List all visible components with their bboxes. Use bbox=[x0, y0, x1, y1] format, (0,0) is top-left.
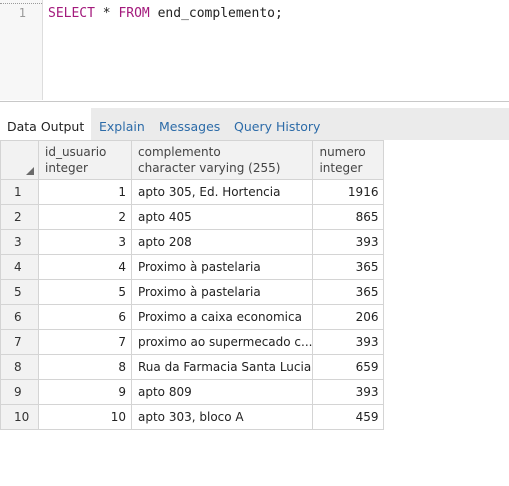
cell-complemento[interactable]: apto 809 bbox=[130, 379, 314, 405]
table-row[interactable]: 6 6 Proximo a caixa economica 206 bbox=[0, 304, 385, 330]
corner-triangle-icon bbox=[26, 167, 34, 175]
cell-id-usuario[interactable]: 3 bbox=[38, 229, 132, 255]
cell-complemento[interactable]: apto 305, Ed. Hortencia bbox=[130, 179, 314, 205]
table-row[interactable]: 7 7 proximo ao supermecado c... 393 bbox=[0, 329, 385, 355]
cell-numero[interactable]: 865 bbox=[312, 204, 385, 230]
tab-explain[interactable]: Explain bbox=[99, 108, 145, 140]
row-number[interactable]: 9 bbox=[0, 379, 39, 405]
column-header-complemento[interactable]: complemento character varying (255) bbox=[130, 140, 314, 180]
column-type: integer bbox=[45, 161, 88, 175]
gutter-fold-marker bbox=[0, 0, 42, 4]
table-row[interactable]: 2 2 apto 405 865 bbox=[0, 204, 385, 230]
table-row[interactable]: 5 5 Proximo à pastelaria 365 bbox=[0, 279, 385, 305]
cell-numero[interactable]: 393 bbox=[312, 329, 385, 355]
cell-id-usuario[interactable]: 2 bbox=[38, 204, 132, 230]
sql-keyword-select: SELECT bbox=[48, 6, 95, 21]
cell-numero[interactable]: 365 bbox=[312, 254, 385, 280]
column-type: character varying (255) bbox=[138, 161, 281, 175]
column-header-id-usuario[interactable]: id_usuario integer bbox=[38, 140, 132, 180]
cell-numero[interactable]: 393 bbox=[312, 379, 385, 405]
row-number[interactable]: 1 bbox=[0, 179, 39, 205]
sql-star: * bbox=[102, 6, 111, 21]
sql-code-line[interactable]: SELECT * FROM end_complemento; bbox=[48, 6, 283, 21]
cell-complemento[interactable]: apto 208 bbox=[130, 229, 314, 255]
table-row[interactable]: 1 1 apto 305, Ed. Hortencia 1916 bbox=[0, 179, 385, 205]
cell-id-usuario[interactable]: 8 bbox=[38, 354, 132, 380]
row-number[interactable]: 10 bbox=[0, 404, 39, 430]
cell-complemento[interactable]: Proximo à pastelaria bbox=[130, 254, 314, 280]
row-number[interactable]: 3 bbox=[0, 229, 39, 255]
cell-id-usuario[interactable]: 5 bbox=[38, 279, 132, 305]
table-row[interactable]: 3 3 apto 208 393 bbox=[0, 229, 385, 255]
line-number: 1 bbox=[18, 6, 26, 20]
tab-data-output[interactable]: Data Output bbox=[0, 108, 92, 140]
table-row[interactable]: 4 4 Proximo à pastelaria 365 bbox=[0, 254, 385, 280]
column-name: complemento bbox=[138, 145, 221, 159]
cell-numero[interactable]: 393 bbox=[312, 229, 385, 255]
column-name: numero bbox=[319, 145, 366, 159]
cell-complemento[interactable]: apto 405 bbox=[130, 204, 314, 230]
cell-complemento[interactable]: Rua da Farmacia Santa Lucia bbox=[130, 354, 314, 380]
row-number[interactable]: 7 bbox=[0, 329, 39, 355]
cell-id-usuario[interactable]: 4 bbox=[38, 254, 132, 280]
cell-complemento[interactable]: Proximo a caixa economica bbox=[130, 304, 314, 330]
column-header-numero[interactable]: numero integer bbox=[312, 140, 385, 180]
sql-editor[interactable]: 1 SELECT * FROM end_complemento; bbox=[0, 0, 509, 102]
cell-numero[interactable]: 365 bbox=[312, 279, 385, 305]
cell-id-usuario[interactable]: 6 bbox=[38, 304, 132, 330]
sql-keyword-from: FROM bbox=[118, 6, 150, 21]
cell-numero[interactable]: 1916 bbox=[312, 179, 385, 205]
cell-id-usuario[interactable]: 1 bbox=[38, 179, 132, 205]
sql-table-name: end_complemento; bbox=[157, 6, 283, 21]
table-row[interactable]: 10 10 apto 303, bloco A 459 bbox=[0, 404, 385, 430]
cell-complemento[interactable]: Proximo à pastelaria bbox=[130, 279, 314, 305]
column-name: id_usuario bbox=[45, 145, 107, 159]
cell-id-usuario[interactable]: 7 bbox=[38, 329, 132, 355]
table-row[interactable]: 9 9 apto 809 393 bbox=[0, 379, 385, 405]
row-number[interactable]: 4 bbox=[0, 254, 39, 280]
tab-messages[interactable]: Messages bbox=[159, 108, 220, 140]
cell-complemento[interactable]: apto 303, bloco A bbox=[130, 404, 314, 430]
line-number-gutter: 1 bbox=[0, 0, 43, 100]
result-tabs: Data Output Explain Messages Query Histo… bbox=[0, 108, 509, 140]
grid-header-row: id_usuario integer complemento character… bbox=[0, 140, 385, 180]
select-all-corner[interactable] bbox=[0, 140, 39, 180]
cell-numero[interactable]: 659 bbox=[312, 354, 385, 380]
cell-numero[interactable]: 206 bbox=[312, 304, 385, 330]
cell-complemento[interactable]: proximo ao supermecado c... bbox=[130, 329, 314, 355]
cell-numero[interactable]: 459 bbox=[312, 404, 385, 430]
row-number[interactable]: 5 bbox=[0, 279, 39, 305]
cell-id-usuario[interactable]: 9 bbox=[38, 379, 132, 405]
cell-id-usuario[interactable]: 10 bbox=[38, 404, 132, 430]
row-number[interactable]: 6 bbox=[0, 304, 39, 330]
data-output-grid: id_usuario integer complemento character… bbox=[0, 140, 385, 430]
column-type: integer bbox=[319, 161, 363, 175]
table-row[interactable]: 8 8 Rua da Farmacia Santa Lucia 659 bbox=[0, 354, 385, 380]
tab-query-history[interactable]: Query History bbox=[234, 108, 320, 140]
row-number[interactable]: 2 bbox=[0, 204, 39, 230]
row-number[interactable]: 8 bbox=[0, 354, 39, 380]
